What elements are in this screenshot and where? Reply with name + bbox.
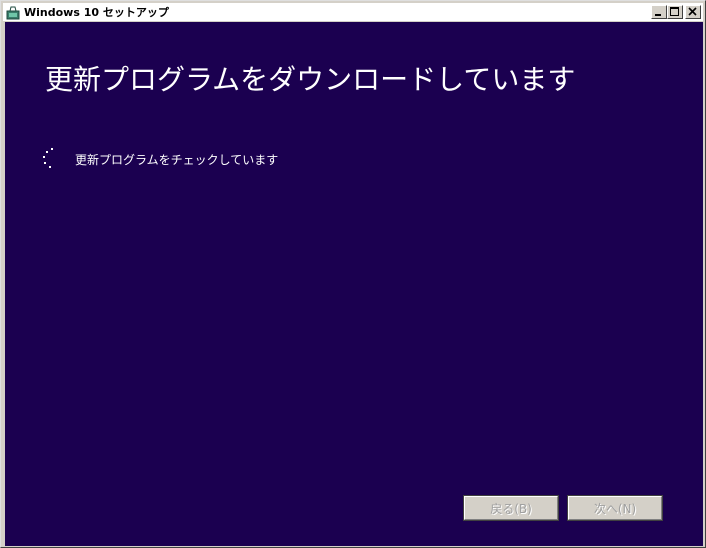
minimize-button[interactable]: [651, 5, 667, 19]
status-text: 更新プログラムをチェックしています: [75, 152, 279, 167]
window-title: Windows 10 セットアップ: [24, 6, 169, 19]
page-title: 更新プログラムをダウンロードしています: [45, 63, 576, 96]
loading-spinner-icon: [41, 148, 59, 170]
close-button[interactable]: [685, 5, 701, 19]
close-icon: [688, 7, 697, 16]
title-bar[interactable]: Windows 10 セットアップ: [3, 3, 703, 21]
minimize-icon: [655, 14, 661, 16]
status-row: 更新プログラムをチェックしています: [41, 148, 278, 170]
maximize-button[interactable]: [667, 5, 683, 19]
setup-content: 更新プログラムをダウンロードしています 更新プログラムをチェックしています 戻る…: [5, 22, 703, 546]
next-button[interactable]: 次へ(N): [567, 495, 663, 521]
windows-setup-icon: [6, 5, 20, 20]
back-button[interactable]: 戻る(B): [463, 495, 559, 521]
maximize-icon: [670, 7, 679, 16]
title-buttons: [651, 5, 701, 19]
setup-window: Windows 10 セットアップ 更新プログラムをダウンロードしています 更新…: [0, 0, 706, 548]
